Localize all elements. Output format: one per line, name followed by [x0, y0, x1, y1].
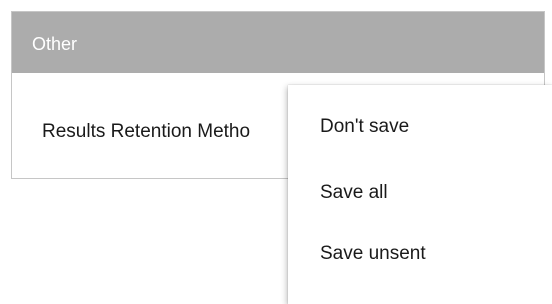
- option-dont-save[interactable]: Don't save: [288, 97, 552, 157]
- panel-title: Other: [32, 34, 78, 54]
- option-save-unsent[interactable]: Save unsent: [288, 224, 552, 284]
- screen: Other Results Retention Metho Don't save…: [0, 0, 552, 304]
- option-save-all[interactable]: Save all: [288, 163, 552, 223]
- panel-header: Other: [12, 12, 544, 73]
- results-retention-dropdown-menu: Don't save Save all Save unsent: [288, 85, 552, 304]
- results-retention-method-label: Results Retention Metho: [42, 121, 251, 142]
